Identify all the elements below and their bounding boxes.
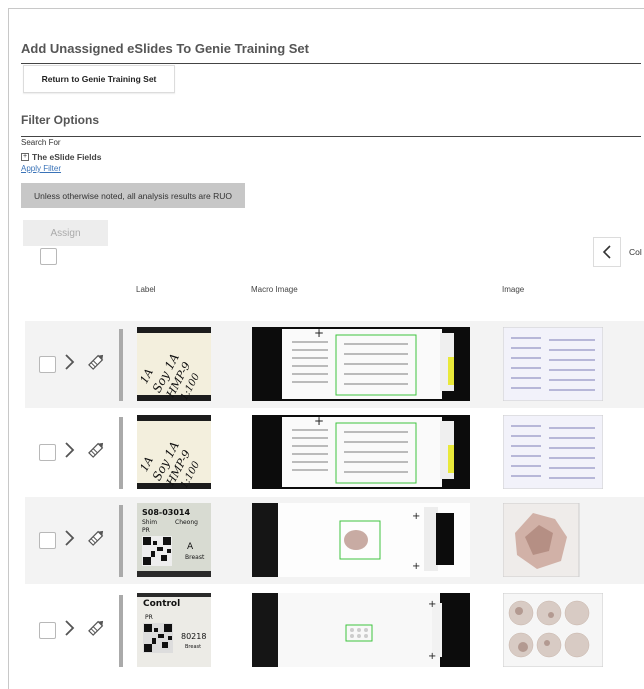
row-checkbox[interactable] bbox=[39, 622, 56, 639]
page-title: Add Unassigned eSlides To Genie Training… bbox=[21, 41, 309, 56]
column-header-macro-image: Macro Image bbox=[251, 285, 298, 294]
row-checkbox[interactable] bbox=[39, 532, 56, 549]
row-indicator-bar bbox=[119, 595, 123, 667]
slide-label-thumbnail[interactable]: S08-03014 Shim Cheong PR A Breast bbox=[137, 503, 211, 577]
title-divider bbox=[21, 63, 641, 64]
pencil-icon[interactable] bbox=[85, 527, 107, 549]
svg-text:+: + bbox=[412, 511, 420, 522]
row-checkbox[interactable] bbox=[39, 356, 56, 373]
qr-code-icon bbox=[143, 623, 173, 653]
chevron-right-icon[interactable] bbox=[63, 439, 77, 461]
qr-code-icon bbox=[142, 536, 172, 566]
macro-image-thumbnail[interactable]: + + bbox=[252, 593, 470, 667]
row-indicator-bar bbox=[119, 417, 123, 489]
search-for-label: Search For bbox=[21, 138, 61, 147]
chevron-right-icon[interactable] bbox=[63, 527, 77, 549]
pencil-icon[interactable] bbox=[85, 351, 107, 373]
table-row[interactable]: S08-03014 Shim Cheong PR A Breast + + bbox=[25, 497, 644, 584]
column-header-image: Image bbox=[502, 285, 525, 294]
label-line-1: S08-03014 bbox=[142, 508, 190, 517]
svg-text:+: + bbox=[412, 561, 420, 572]
macro-image-thumbnail[interactable]: + + bbox=[252, 503, 470, 577]
chevron-right-icon[interactable] bbox=[63, 351, 77, 373]
row-checkbox[interactable] bbox=[39, 444, 56, 461]
expand-icon[interactable]: + bbox=[21, 153, 29, 161]
previous-columns-button[interactable] bbox=[593, 237, 621, 267]
chevron-right-icon[interactable] bbox=[63, 617, 77, 639]
macro-image-thumbnail[interactable]: + bbox=[252, 327, 470, 401]
label-line-5: A bbox=[187, 542, 194, 552]
slide-label-thumbnail[interactable]: 1A Soy 1A HMP-9 1:100 bbox=[137, 415, 211, 489]
table-row[interactable]: 1A Soy 1A HMP-9 1:100 + bbox=[25, 321, 644, 408]
slide-label-thumbnail[interactable]: 1A Soy 1A HMP-9 1:100 bbox=[137, 327, 211, 401]
chevron-left-icon bbox=[602, 245, 611, 259]
select-all-checkbox[interactable] bbox=[40, 248, 57, 265]
page-frame: Add Unassigned eSlides To Genie Training… bbox=[8, 8, 644, 689]
ruo-notice-banner: Unless otherwise noted, all analysis res… bbox=[21, 183, 245, 208]
svg-text:+: + bbox=[314, 415, 324, 428]
apply-filter-link[interactable]: Apply Filter bbox=[21, 164, 61, 173]
table-row[interactable]: 1A Soy 1A HMP-9 1:100 + bbox=[25, 409, 644, 496]
slide-image-thumbnail[interactable] bbox=[503, 593, 603, 667]
label-line-3: Cheong bbox=[175, 519, 198, 526]
column-header-label: Label bbox=[136, 285, 156, 294]
label-line-1: Control bbox=[143, 599, 180, 609]
svg-text:+: + bbox=[428, 651, 436, 662]
label-line-4: Breast bbox=[185, 644, 201, 650]
return-to-training-set-button[interactable]: Return to Genie Training Set bbox=[23, 65, 175, 93]
slide-label-thumbnail[interactable]: Control PR 80218 Breast bbox=[137, 593, 211, 667]
svg-text:+: + bbox=[314, 327, 324, 340]
slide-image-thumbnail[interactable] bbox=[503, 327, 603, 401]
label-line-2: PR bbox=[145, 614, 153, 621]
assign-button[interactable]: Assign bbox=[23, 220, 108, 246]
macro-image-thumbnail[interactable]: + bbox=[252, 415, 470, 489]
pencil-icon[interactable] bbox=[85, 617, 107, 639]
slide-image-thumbnail[interactable] bbox=[503, 503, 603, 577]
filter-divider bbox=[21, 136, 641, 137]
eslide-fields-label: The eSlide Fields bbox=[32, 152, 102, 162]
pencil-icon[interactable] bbox=[85, 439, 107, 461]
slide-image-thumbnail[interactable] bbox=[503, 415, 603, 489]
filter-options-heading: Filter Options bbox=[21, 113, 99, 127]
columns-label[interactable]: Col bbox=[629, 247, 642, 257]
label-line-6: Breast bbox=[185, 554, 205, 561]
eslide-fields-toggle[interactable]: + The eSlide Fields bbox=[21, 152, 101, 162]
svg-text:+: + bbox=[428, 599, 436, 610]
row-indicator-bar bbox=[119, 505, 123, 577]
label-line-4: PR bbox=[142, 527, 150, 534]
table-row[interactable]: Control PR 80218 Breast + + bbox=[25, 587, 644, 689]
label-line-3: 80218 bbox=[181, 632, 206, 641]
label-line-2: Shim bbox=[142, 519, 157, 526]
row-indicator-bar bbox=[119, 329, 123, 401]
